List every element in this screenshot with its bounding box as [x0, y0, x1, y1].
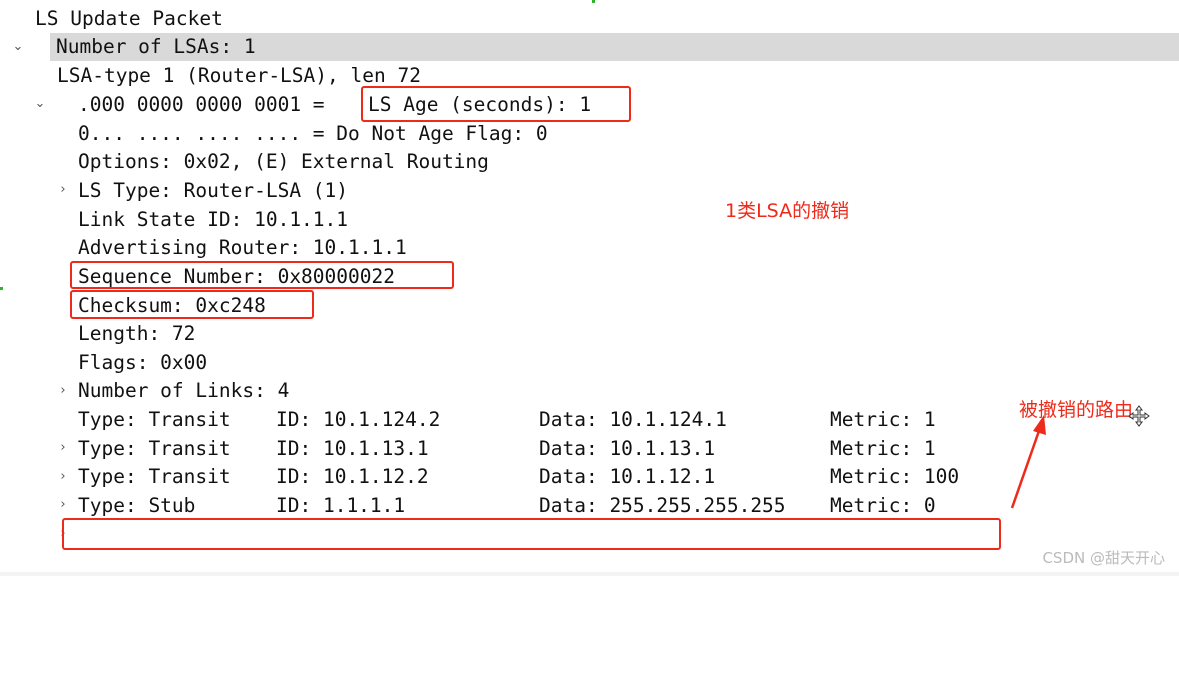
arrow-head	[1033, 415, 1046, 435]
annotation-arrow	[1010, 415, 1046, 509]
watermark: CSDN @甜天开心	[1042, 549, 1165, 567]
bottom-border	[0, 572, 1179, 576]
move-cursor-icon	[1128, 405, 1150, 427]
arrow-line	[1010, 427, 1042, 509]
